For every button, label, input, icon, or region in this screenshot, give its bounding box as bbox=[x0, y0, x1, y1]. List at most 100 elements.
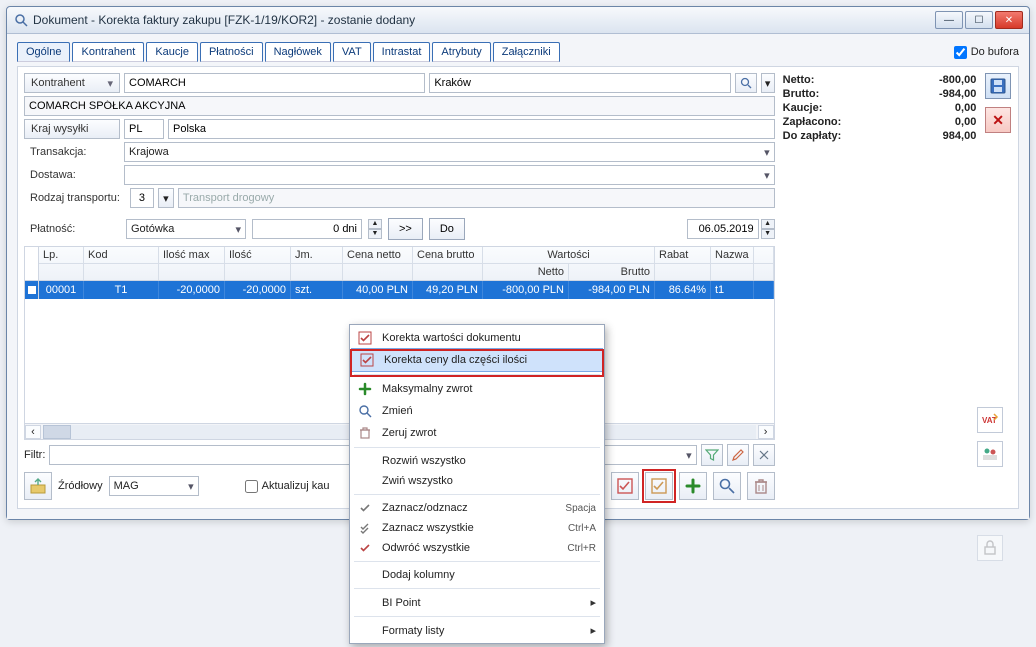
tab-naglowek[interactable]: Nagłówek bbox=[265, 42, 331, 62]
filter-build-button[interactable] bbox=[753, 444, 775, 466]
ctx-zaznacz-wszystkie[interactable]: Zaznacz wszystkie Ctrl+A bbox=[350, 518, 604, 538]
invert-icon bbox=[356, 542, 374, 554]
cancel-button[interactable]: ✕ bbox=[985, 107, 1011, 133]
ctx-formaty-label: Formaty listy bbox=[382, 625, 444, 637]
kontrahent-picker-button[interactable]: Kontrahent ▾ bbox=[24, 73, 120, 93]
row-selector[interactable] bbox=[25, 281, 39, 299]
app-window: Dokument - Korekta faktury zakupu [FZK-1… bbox=[6, 6, 1030, 520]
ctx-dodaj-kolumny[interactable]: Dodaj kolumny bbox=[350, 565, 604, 585]
dni-spinner[interactable]: ▲▼ bbox=[368, 219, 382, 239]
aktualizuj-check[interactable]: Aktualizuj kau bbox=[245, 480, 330, 493]
ctx-korekta-wartosci[interactable]: Korekta wartości dokumentu bbox=[350, 327, 604, 349]
tab-vat[interactable]: VAT bbox=[333, 42, 371, 62]
kontrahent-picker-label: Kontrahent bbox=[31, 77, 85, 89]
date-input[interactable] bbox=[687, 219, 759, 239]
col-cena-brutto[interactable]: Cena brutto bbox=[413, 247, 483, 263]
cell-cb: 49,20 PLN bbox=[413, 281, 483, 299]
ctx-zmien[interactable]: Zmień bbox=[350, 400, 604, 422]
toolbar-btn-2[interactable] bbox=[611, 472, 639, 500]
cell-wn: -800,00 PLN bbox=[483, 281, 569, 299]
minimize-button[interactable]: — bbox=[935, 11, 963, 29]
ctx-formaty-listy[interactable]: Formaty listy▸ bbox=[350, 620, 604, 641]
kraj-name-input[interactable] bbox=[168, 119, 775, 139]
delete-button[interactable] bbox=[747, 472, 775, 500]
grid-row-1[interactable]: 00001 T1 -20,0000 -20,0000 szt. 40,00 PL… bbox=[25, 281, 774, 299]
col-wart-brutto[interactable]: Brutto bbox=[569, 264, 655, 280]
tab-strip: Ogólne Kontrahent Kaucje Płatności Nagłó… bbox=[17, 42, 560, 62]
maximize-button[interactable]: ☐ bbox=[965, 11, 993, 29]
scroll-left[interactable]: ‹ bbox=[25, 425, 41, 439]
do-bufora-check[interactable]: Do bufora bbox=[954, 46, 1019, 59]
platnosc-dropdown[interactable]: Gotówka ▾ bbox=[126, 219, 246, 239]
ctx-korekta-wartosci-label: Korekta wartości dokumentu bbox=[382, 332, 521, 344]
col-jm[interactable]: Jm. bbox=[291, 247, 343, 263]
do-button[interactable]: Do bbox=[429, 218, 465, 240]
kontrahent-city-input[interactable] bbox=[429, 73, 730, 93]
col-nazwa[interactable]: Nazwa bbox=[711, 247, 754, 263]
tab-zalaczniki[interactable]: Załączniki bbox=[493, 42, 560, 62]
do-bufora-label: Do bufora bbox=[971, 46, 1019, 58]
totals-netto-value: -800,00 bbox=[939, 74, 976, 86]
next-button[interactable]: >> bbox=[388, 218, 423, 240]
ctx-bi-label: BI Point bbox=[382, 597, 421, 609]
kraj-picker-button[interactable]: Kraj wysyłki bbox=[24, 119, 120, 139]
filter-edit-button[interactable] bbox=[727, 444, 749, 466]
people-side-button[interactable] bbox=[977, 441, 1003, 467]
kontrahent-dropdown-button[interactable]: ▾ bbox=[761, 73, 775, 93]
grid-select-col bbox=[25, 247, 39, 280]
platnosc-value: Gotówka bbox=[131, 223, 174, 235]
col-kod[interactable]: Kod bbox=[84, 247, 159, 263]
aktualizuj-checkbox[interactable] bbox=[245, 480, 258, 493]
mag-dropdown[interactable]: MAG▾ bbox=[109, 476, 199, 496]
kontrahent-search-button[interactable] bbox=[735, 73, 757, 93]
do-bufora-checkbox[interactable] bbox=[954, 46, 967, 59]
col-ilosc[interactable]: Ilość bbox=[225, 247, 291, 263]
close-button[interactable]: ✕ bbox=[995, 11, 1023, 29]
ctx-rozwin[interactable]: Rozwiń wszystko bbox=[350, 451, 604, 471]
tab-kontrahent[interactable]: Kontrahent bbox=[72, 42, 144, 62]
zrodlowy-label: Źródłowy bbox=[58, 480, 103, 492]
vat-side-button[interactable]: VAT bbox=[977, 407, 1003, 433]
filter-funnel-button[interactable] bbox=[701, 444, 723, 466]
rodzaj-code-input[interactable] bbox=[130, 188, 154, 208]
tab-intrastat[interactable]: Intrastat bbox=[373, 42, 431, 62]
kontrahent-name-input[interactable] bbox=[124, 73, 425, 93]
col-rabat[interactable]: Rabat bbox=[655, 247, 711, 263]
col-cena-netto[interactable]: Cena netto bbox=[343, 247, 413, 263]
ctx-zwin[interactable]: Zwiń wszystko bbox=[350, 471, 604, 491]
rodzaj-dropdown-button[interactable]: ▾ bbox=[158, 188, 174, 208]
ctx-zeruj[interactable]: Zeruj zwrot bbox=[350, 422, 604, 444]
col-imax[interactable]: Ilość max bbox=[159, 247, 225, 263]
scroll-right[interactable]: › bbox=[758, 425, 774, 439]
toolbar-btn-3-highlighted[interactable] bbox=[645, 472, 673, 500]
ctx-zeruj-label: Zeruj zwrot bbox=[382, 427, 436, 439]
tab-kaucje[interactable]: Kaucje bbox=[146, 42, 198, 62]
tab-platnosci[interactable]: Płatności bbox=[200, 42, 263, 62]
col-lp[interactable]: Lp. bbox=[39, 247, 84, 263]
totals-zaplacono-value: 0,00 bbox=[955, 116, 976, 128]
date-spinner[interactable]: ▲▼ bbox=[761, 219, 775, 239]
platnosc-dni-input[interactable] bbox=[252, 219, 362, 239]
ctx-zaznacz[interactable]: Zaznacz/odznacz Spacja bbox=[350, 498, 604, 518]
save-button[interactable] bbox=[985, 73, 1011, 99]
kraj-picker-label: Kraj wysyłki bbox=[31, 123, 88, 135]
ctx-odwroc[interactable]: Odwróć wszystkie Ctrl+R bbox=[350, 538, 604, 558]
dostawa-dropdown[interactable]: ▾ bbox=[124, 165, 775, 185]
col-wart-netto[interactable]: Netto bbox=[483, 264, 569, 280]
ctx-korekta-ceny[interactable]: Korekta ceny dla części ilości bbox=[351, 348, 603, 372]
kraj-code-input[interactable] bbox=[124, 119, 164, 139]
ctx-odwroc-label: Odwróć wszystkie bbox=[382, 542, 470, 554]
scroll-thumb[interactable] bbox=[43, 425, 71, 439]
plus-icon bbox=[356, 382, 374, 396]
check-icon bbox=[358, 353, 376, 367]
export-button[interactable] bbox=[24, 472, 52, 500]
cell-kod: T1 bbox=[84, 281, 159, 299]
ctx-dodaj-kol-label: Dodaj kolumny bbox=[382, 569, 455, 581]
ctx-maks-zwrot[interactable]: Maksymalny zwrot bbox=[350, 378, 604, 400]
search-button[interactable] bbox=[713, 472, 741, 500]
tab-ogolne[interactable]: Ogólne bbox=[17, 42, 70, 62]
ctx-bi-point[interactable]: BI Point▸ bbox=[350, 592, 604, 613]
transakcja-dropdown[interactable]: Krajowa ▾ bbox=[124, 142, 775, 162]
tab-atrybuty[interactable]: Atrybuty bbox=[432, 42, 490, 62]
add-button[interactable] bbox=[679, 472, 707, 500]
